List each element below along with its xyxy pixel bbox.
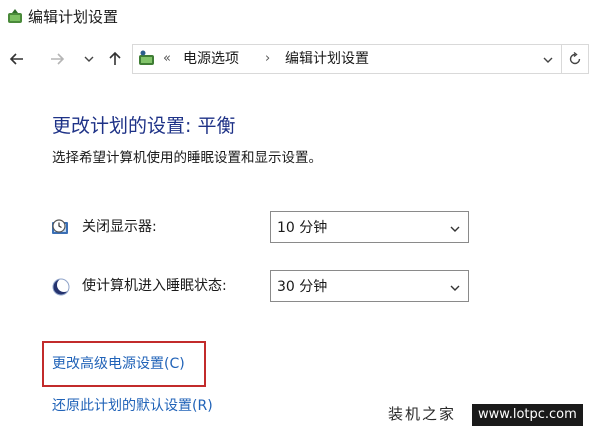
up-arrow-icon bbox=[109, 51, 121, 65]
breadcrumb-overflow[interactable]: « bbox=[163, 50, 171, 68]
window-title: 编辑计划设置 bbox=[28, 8, 119, 26]
watermark-text: 装机之家 bbox=[388, 405, 457, 423]
breadcrumb-separator[interactable]: › bbox=[265, 50, 270, 68]
sleep-value: 30 分钟 bbox=[277, 279, 328, 295]
monitor-clock-icon bbox=[50, 217, 72, 239]
refresh-icon bbox=[569, 51, 581, 65]
page-description: 选择希望计算机使用的睡眠设置和显示设置。 bbox=[52, 150, 322, 166]
breadcrumb-edit-plan-settings[interactable]: 编辑计划设置 bbox=[285, 49, 369, 69]
back-arrow-icon bbox=[9, 53, 23, 65]
page-title: 更改计划的设置: 平衡 bbox=[52, 115, 236, 137]
site-watermark: 装机之家 www.lotpc.com bbox=[380, 400, 593, 432]
display-off-select[interactable]: 10 分钟 bbox=[270, 211, 469, 243]
power-options-icon bbox=[6, 8, 24, 26]
up-button[interactable] bbox=[104, 48, 126, 70]
address-bar[interactable]: « 电源选项 › 编辑计划设置 bbox=[132, 44, 562, 74]
restore-defaults-link[interactable]: 还原此计划的默认设置(R) bbox=[52, 396, 213, 416]
display-off-value: 10 分钟 bbox=[277, 220, 328, 236]
recent-chevron-icon bbox=[84, 56, 94, 62]
moon-sleep-icon bbox=[50, 276, 72, 298]
edit-plan-settings-window: 编辑计划设置 « 电源选项 › 编辑计划设置 更改计划的设置: 平衡 选择希望计… bbox=[0, 0, 593, 432]
highlight-annotation-box bbox=[42, 341, 206, 387]
sleep-select[interactable]: 30 分钟 bbox=[270, 270, 469, 302]
chevron-down-icon bbox=[448, 221, 462, 235]
forward-arrow-icon bbox=[51, 53, 65, 65]
forward-button[interactable] bbox=[46, 48, 68, 70]
control-panel-icon bbox=[137, 49, 157, 69]
refresh-button[interactable] bbox=[562, 44, 589, 74]
title-bar: 编辑计划设置 bbox=[0, 0, 593, 34]
recent-locations-button[interactable] bbox=[78, 48, 100, 70]
watermark-url: www.lotpc.com bbox=[472, 404, 583, 426]
chevron-down-icon bbox=[448, 280, 462, 294]
address-dropdown-icon[interactable] bbox=[541, 52, 555, 66]
breadcrumb-power-options[interactable]: 电源选项 bbox=[183, 49, 239, 69]
back-button[interactable] bbox=[6, 48, 28, 70]
display-off-label: 关闭显示器: bbox=[82, 219, 157, 235]
navigation-bar: « 电源选项 › 编辑计划设置 bbox=[0, 34, 593, 86]
sleep-label: 使计算机进入睡眠状态: bbox=[82, 278, 227, 294]
